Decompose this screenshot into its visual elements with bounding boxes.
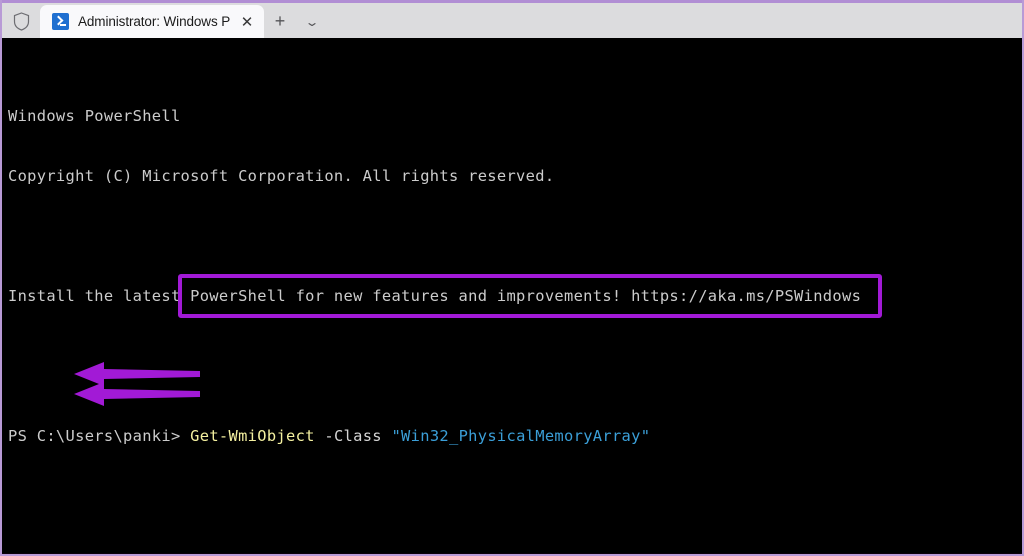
terminal-window: Administrator: Windows Powe ✕ + ⌄ Window…	[0, 0, 1024, 556]
tab-powershell[interactable]: Administrator: Windows Powe ✕	[40, 5, 264, 38]
powershell-icon	[52, 13, 69, 30]
output-line: Windows PowerShell	[8, 107, 181, 125]
parameter-name: -Class	[324, 427, 382, 445]
output-line: Install the latest PowerShell for new fe…	[8, 287, 862, 305]
title-bar: Administrator: Windows Powe ✕ + ⌄	[2, 0, 1022, 38]
tab-menu-glyph: ⌄	[304, 14, 320, 29]
shield-icon[interactable]	[4, 4, 38, 38]
string-literal: "Win32_PhysicalMemoryArray"	[391, 427, 651, 445]
terminal-output[interactable]: Windows PowerShell Copyright (C) Microso…	[2, 38, 1022, 553]
tab-title: Administrator: Windows Powe	[78, 14, 230, 29]
chevron-down-icon[interactable]: ⌄	[296, 5, 328, 38]
command-line-1: PS C:\Users\panki> Get-WmiObject -Class …	[8, 426, 1022, 446]
new-tab-button[interactable]: +	[264, 5, 296, 38]
shield-glyph	[13, 11, 29, 31]
close-icon[interactable]: ✕	[234, 9, 260, 35]
prompt: PS C:\Users\panki>	[8, 427, 181, 445]
cmdlet-name: Get-WmiObject	[190, 427, 315, 445]
output-line: Copyright (C) Microsoft Corporation. All…	[8, 167, 555, 185]
